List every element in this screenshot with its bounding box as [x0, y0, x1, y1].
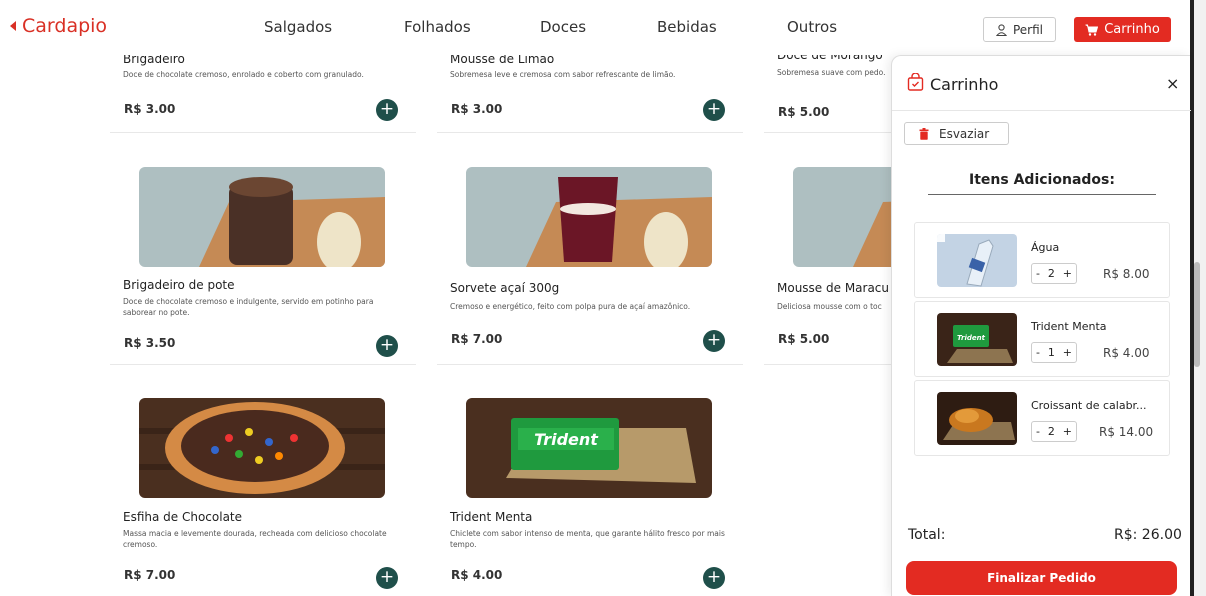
- product-card: Esfiha de Chocolate Massa macia e leveme…: [110, 398, 416, 596]
- total-label: Total:: [908, 527, 946, 543]
- increase-button[interactable]: +: [1063, 346, 1072, 359]
- product-name: Mousse de Maracu: [777, 281, 890, 295]
- product-price: R$ 3.00: [124, 102, 176, 116]
- empty-cart-button[interactable]: Esvaziar: [904, 122, 1009, 145]
- product-description: Deliciosa mousse com o toc: [777, 302, 882, 311]
- nav-link-outros[interactable]: Outros: [787, 18, 837, 36]
- decrease-button[interactable]: -: [1036, 425, 1040, 438]
- brand-link[interactable]: Cardapio: [10, 15, 107, 37]
- product-image: [139, 398, 385, 498]
- cart-item: Croissant de calabr... - 2 + R$ 14.00: [914, 380, 1170, 456]
- trident-thumb-image: Trident: [937, 313, 1017, 366]
- profile-button[interactable]: Perfil: [983, 17, 1056, 42]
- cart-item-price: R$ 4.00: [1103, 346, 1150, 360]
- scrollbar-thumb[interactable]: [1194, 262, 1200, 367]
- cart-item: Água - 2 + R$ 8.00: [914, 222, 1170, 298]
- top-nav: Cardapio Salgados Folhados Doces Bebidas…: [0, 0, 1190, 55]
- svg-text:Trident: Trident: [534, 430, 599, 449]
- cart-item-name: Trident Menta: [1031, 320, 1107, 333]
- product-card: Brigadeiro de pote Doce de chocolate cre…: [110, 167, 416, 365]
- empty-cart-label: Esvaziar: [939, 126, 990, 141]
- add-to-cart-button[interactable]: +: [376, 335, 398, 357]
- product-description: Massa macia e levemente dourada, rechead…: [123, 529, 387, 549]
- cart-item-name: Água: [1031, 241, 1060, 254]
- product-description: Chiclete com sabor intenso de menta, que…: [450, 529, 725, 549]
- product-description: Sobremesa leve e cremosa com sabor refre…: [450, 70, 676, 79]
- quantity-stepper: - 2 +: [1031, 263, 1077, 284]
- esfiha-chocolate-image: [139, 398, 385, 498]
- water-bottle-image: [937, 234, 1017, 287]
- croissant-image: [937, 392, 1017, 445]
- add-to-cart-button[interactable]: +: [703, 99, 725, 121]
- product-name: Esfiha de Chocolate: [123, 510, 243, 524]
- decrease-button[interactable]: -: [1036, 346, 1040, 359]
- cart-button-label: Carrinho: [1104, 22, 1160, 37]
- nav-link-folhados[interactable]: Folhados: [404, 18, 471, 36]
- svg-text:Trident: Trident: [957, 334, 986, 342]
- finish-order-button[interactable]: Finalizar Pedido: [906, 561, 1177, 595]
- cart-button[interactable]: Carrinho: [1074, 17, 1171, 42]
- product-description: Doce de chocolate cremoso, enrolado e co…: [123, 70, 364, 79]
- nav-link-salgados[interactable]: Salgados: [264, 18, 332, 36]
- shopping-bag-icon: [907, 73, 924, 91]
- add-to-cart-button[interactable]: +: [376, 99, 398, 121]
- product-card: Trident Trident Menta Chiclete com sabor…: [437, 398, 743, 596]
- cart-item-price: R$ 14.00: [1099, 425, 1154, 439]
- product-price: R$ 5.00: [778, 332, 830, 346]
- cart-item-image: Trident: [937, 313, 1017, 366]
- profile-button-label: Perfil: [1012, 22, 1044, 37]
- add-to-cart-button[interactable]: +: [703, 330, 725, 352]
- cart-panel: Carrinho × Esvaziar Itens Adicionados: Á…: [891, 55, 1191, 596]
- product-description: Doce de chocolate cremoso e indulgente, …: [123, 297, 374, 317]
- increase-button[interactable]: +: [1063, 267, 1072, 280]
- product-description: Cremoso e energético, feito com polpa pu…: [450, 302, 691, 311]
- product-price: R$ 3.50: [124, 336, 176, 350]
- product-name: Trident Menta: [450, 510, 533, 524]
- quantity-stepper: - 1 +: [1031, 342, 1077, 363]
- quantity-value: 2: [1047, 425, 1055, 438]
- product-price: R$ 7.00: [451, 332, 503, 346]
- product-name: Sorvete açaí 300g: [450, 281, 560, 295]
- user-icon: [995, 23, 1007, 36]
- acai-image: [466, 167, 712, 267]
- cart-item-price: R$ 8.00: [1103, 267, 1150, 281]
- cart-item-name: Croissant de calabr...: [1031, 399, 1147, 412]
- increase-button[interactable]: +: [1063, 425, 1072, 438]
- nav-link-doces[interactable]: Doces: [540, 18, 586, 36]
- add-to-cart-button[interactable]: +: [376, 567, 398, 589]
- brigadeiro-pote-image: [139, 167, 385, 267]
- back-arrow-icon: [10, 21, 16, 31]
- product-image: Trident: [466, 398, 712, 498]
- decrease-button[interactable]: -: [1036, 267, 1040, 280]
- trident-image: Trident: [466, 398, 712, 498]
- product-name: Brigadeiro de pote: [123, 278, 235, 292]
- page: Brigadeiro Doce de chocolate cremoso, en…: [0, 0, 1206, 596]
- quantity-stepper: - 2 +: [1031, 421, 1077, 442]
- scrollbar[interactable]: [1190, 0, 1206, 596]
- product-image: [139, 167, 385, 267]
- product-description: Sobremesa suave com pedo.: [777, 68, 886, 77]
- nav-link-bebidas[interactable]: Bebidas: [657, 18, 717, 36]
- cart-header: Carrinho ×: [892, 56, 1191, 111]
- total-value: R$: 26.00: [1114, 527, 1182, 543]
- cart-icon: [1085, 24, 1099, 36]
- product-image: [466, 167, 712, 267]
- quantity-value: 1: [1047, 346, 1055, 359]
- cart-title: Carrinho: [930, 75, 999, 94]
- cart-item-image: [937, 234, 1017, 287]
- add-to-cart-button[interactable]: +: [703, 567, 725, 589]
- cart-items-title: Itens Adicionados:: [928, 172, 1156, 195]
- product-card: Sorvete açaí 300g Cremoso e energético, …: [437, 167, 743, 365]
- product-price: R$ 5.00: [778, 105, 830, 119]
- product-price: R$ 3.00: [451, 102, 503, 116]
- trash-icon: [919, 127, 929, 140]
- close-icon[interactable]: ×: [1166, 74, 1179, 93]
- quantity-value: 2: [1047, 267, 1055, 280]
- brand-name: Cardapio: [22, 15, 108, 37]
- cart-item-image: [937, 392, 1017, 445]
- cart-item: Trident Trident Menta - 1 + R$ 4.00: [914, 301, 1170, 377]
- product-price: R$ 4.00: [451, 568, 503, 582]
- product-price: R$ 7.00: [124, 568, 176, 582]
